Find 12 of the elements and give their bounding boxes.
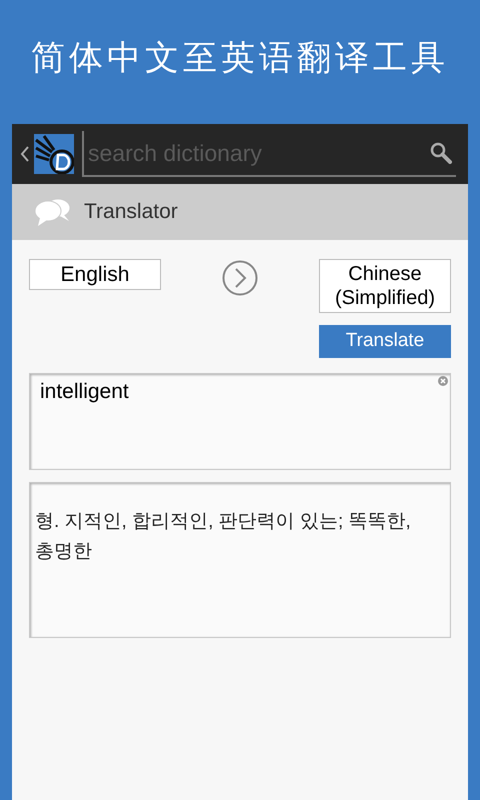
target-language-button[interactable]: Chinese (Simplified) [319,259,451,313]
app-logo-icon [34,134,74,174]
search-icon[interactable] [430,142,452,164]
banner-title: 简体中文至英语翻译工具 [31,38,449,78]
input-field[interactable]: intelligent [29,373,451,470]
chat-bubbles-icon [34,197,72,227]
source-language-button[interactable]: English [29,259,161,290]
clear-icon[interactable] [438,376,448,386]
back-icon[interactable] [20,145,30,163]
translate-button[interactable]: Translate [319,325,451,358]
translation-text: 형. 지적인, 합리적인, 판단력이 있는; 똑똑한, 총명한 [35,510,412,564]
screen-title: Translator [84,199,178,226]
